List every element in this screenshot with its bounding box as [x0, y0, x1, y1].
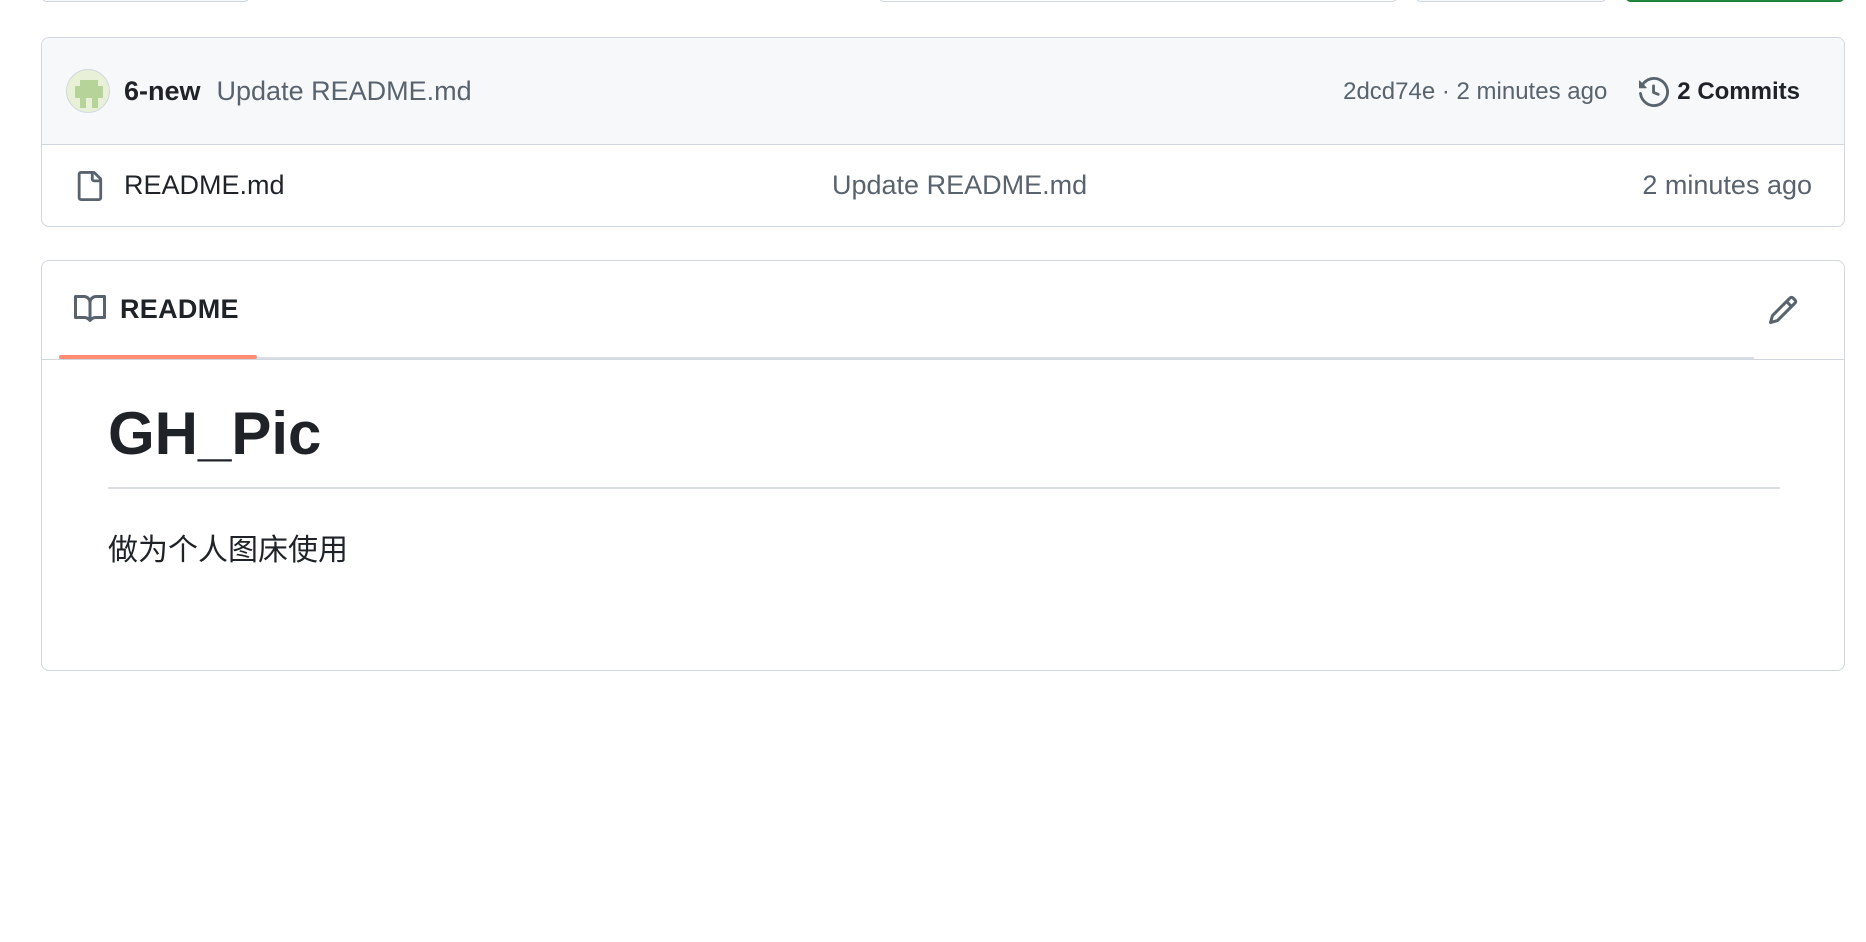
go-to-file-input[interactable]: [878, 0, 1398, 2]
file-commit-age: 2 minutes ago: [1642, 170, 1812, 200]
active-tab-indicator: [59, 355, 257, 359]
commit-meta: 2dcd74e · 2 minutes ago 2 Commits: [1343, 38, 1800, 145]
latest-commit-bar: 6-new Update README.md 2dcd74e · 2 minut…: [42, 38, 1844, 145]
book-icon: [74, 294, 106, 322]
commit-sha-time[interactable]: 2dcd74e · 2 minutes ago: [1343, 78, 1607, 106]
add-file-button[interactable]: [1415, 0, 1607, 2]
tab-divider: [59, 357, 1754, 359]
commit-author-link[interactable]: 6-new: [124, 76, 201, 107]
history-icon: [1639, 76, 1670, 107]
tab-readme-label: README: [120, 293, 239, 324]
repo-page: 6-new Update README.md 2dcd74e · 2 minut…: [0, 0, 1866, 942]
table-row[interactable]: README.md Update README.md 2 minutes ago: [42, 145, 1844, 226]
tab-readme[interactable]: README: [59, 261, 257, 357]
readme-header: README: [42, 261, 1844, 360]
code-button[interactable]: [1625, 0, 1845, 2]
branch-selector-button[interactable]: [41, 0, 250, 2]
file-icon: [74, 169, 104, 203]
edit-readme-button[interactable]: [1766, 293, 1800, 327]
pencil-icon: [1768, 295, 1798, 325]
file-name-link[interactable]: README.md: [124, 170, 285, 201]
file-listing: 6-new Update README.md 2dcd74e · 2 minut…: [41, 37, 1845, 227]
readme-panel: README GH_Pic 做为个人图床使用: [41, 260, 1845, 671]
commits-count-label: 2 Commits: [1677, 77, 1800, 105]
commit-message-link[interactable]: Update README.md: [217, 76, 472, 107]
readme-paragraph: 做为个人图床使用: [108, 533, 348, 568]
author-avatar[interactable]: [66, 69, 110, 113]
readme-content: GH_Pic 做为个人图床使用: [108, 401, 1780, 569]
commits-history-link[interactable]: 2 Commits: [1639, 76, 1800, 107]
readme-title: GH_Pic: [108, 401, 1780, 489]
file-commit-message-link[interactable]: Update README.md: [832, 170, 1087, 201]
